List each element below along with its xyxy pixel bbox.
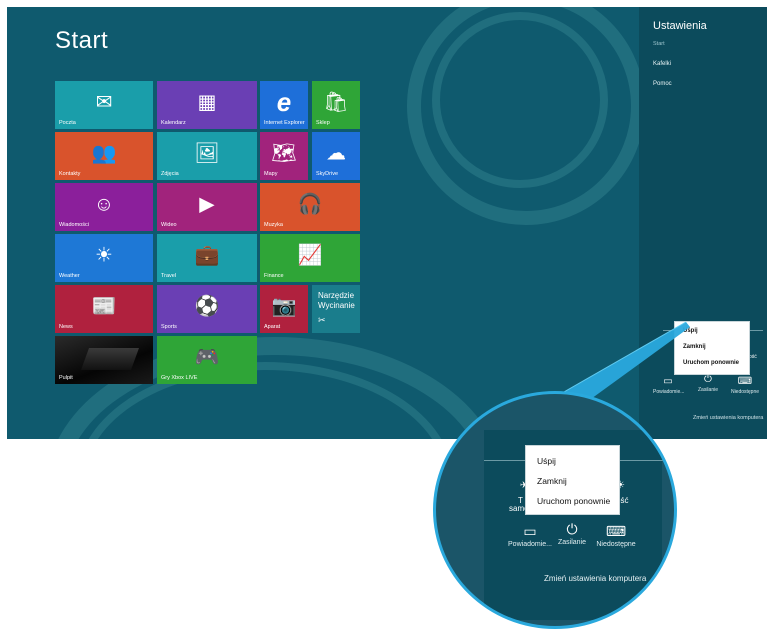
tile-weather[interactable]: ☀ Weather: [55, 234, 153, 282]
tile-icon: ☁: [326, 142, 346, 165]
tile-icon: ▶: [199, 193, 215, 216]
tile-label: Kontakty: [59, 171, 81, 177]
tile-icon: 📷: [271, 295, 297, 318]
tile-icon: 🎮: [194, 346, 220, 369]
power-option-restart[interactable]: Uruchom ponownie: [683, 360, 739, 366]
tile-internet-explorer[interactable]: e Internet Explorer: [260, 81, 308, 129]
zoom-keyboard-icon: ⌨: [605, 523, 627, 539]
tile-gry-xbox-live[interactable]: 🎮 Gry Xbox LIVE: [157, 336, 257, 384]
tile-icon: ⚽: [194, 295, 220, 318]
power-label: Zasilanie: [697, 387, 718, 393]
tile-icon: e: [276, 86, 292, 117]
tile-label: Muzyka: [264, 222, 283, 228]
zoom-keyboard-label: Niedostępne: [596, 541, 636, 548]
tile-muzyka[interactable]: 🎧 Muzyka: [260, 183, 360, 231]
charm-subtitle: Start: [653, 41, 665, 47]
tile-finance[interactable]: 📈 Finance: [260, 234, 360, 282]
tile-label: Mapy: [264, 171, 278, 177]
tile-icon: 📈: [297, 244, 323, 267]
zoom-power-option-shutdown[interactable]: Zamknij: [537, 476, 567, 486]
tile-label: Kalendarz: [161, 120, 186, 126]
start-screen: Start ✉ Poczta ▦ Kalendarz e Internet Explore…: [7, 7, 767, 439]
tile-sklep[interactable]: 🛍 Sklep: [312, 81, 360, 129]
zoom-power-option-sleep[interactable]: Uśpij: [537, 456, 556, 466]
tile-icon: 📰: [91, 295, 117, 318]
keyboard-icon: ⌨: [737, 376, 753, 387]
start-title: Start: [55, 27, 109, 54]
tile-kalendarz[interactable]: ▦ Kalendarz: [157, 81, 257, 129]
tile-icon: 💼: [194, 244, 220, 267]
tile-wideo[interactable]: ▶ Wideo: [157, 183, 257, 231]
desktop-thumbnail-icon: [80, 348, 140, 370]
charm-link-tiles[interactable]: Kafelki: [653, 61, 671, 67]
tile-zdjęcia[interactable]: 🖼 Zdjęcia: [157, 132, 257, 180]
tile-icon: 🖼: [194, 142, 220, 165]
tile-icon: 🎧: [297, 193, 323, 216]
zoom-power-menu: Uśpij Zamknij Uruchom ponownie: [526, 446, 619, 514]
power-option-sleep[interactable]: Uśpij: [683, 328, 698, 334]
change-pc-settings-link[interactable]: Zmień ustawienia komputera: [693, 415, 763, 421]
charm-title: Ustawienia: [653, 20, 707, 32]
tile-label: Weather: [59, 273, 80, 279]
tile-kontakty[interactable]: 👥 Kontakty: [55, 132, 153, 180]
notifications-label: Powiadomie...: [653, 389, 685, 395]
tile-wiadomości[interactable]: ☺ Wiadomości: [55, 183, 153, 231]
notifications-icon: ▭: [663, 376, 673, 387]
tile-label: Finance: [264, 273, 284, 279]
brightness-label-fragment: ość: [749, 354, 757, 360]
zoom-change-pc-settings-link[interactable]: Zmień ustawienia komputera: [544, 574, 646, 583]
tile-icon: ▦: [197, 91, 217, 114]
power-option-shutdown[interactable]: Zamknij: [683, 344, 706, 350]
tile-label: Sklep: [316, 120, 330, 126]
tile-label: Gry Xbox LIVE: [161, 375, 198, 381]
tile-travel[interactable]: 💼 Travel: [157, 234, 257, 282]
tile-icon: 👥: [91, 142, 117, 165]
tile-icon: ☺: [93, 193, 115, 216]
zoom-power-option-restart[interactable]: Uruchom ponownie: [537, 496, 610, 506]
tile-label: SkyDrive: [316, 171, 339, 177]
tile-icon: 🗺: [271, 142, 297, 165]
keyboard-button[interactable]: ⌨ Niedostępne: [727, 376, 763, 396]
tile-sports[interactable]: ⚽ Sports: [157, 285, 257, 333]
tile-label: Pulpit: [59, 375, 73, 381]
tile-icon: ✉: [95, 91, 113, 114]
tile-icon: 🛍: [323, 91, 349, 114]
tile-narzędzie-wycinanie[interactable]: ✂ Narzędzie Wycinanie: [312, 285, 360, 333]
tile-label: Aparat: [264, 324, 281, 330]
tile-news[interactable]: 📰 News: [55, 285, 153, 333]
tile-label: Travel: [161, 273, 177, 279]
tile-label: Narzędzie Wycinanie: [318, 291, 355, 310]
tile-skydrive[interactable]: ☁ SkyDrive: [312, 132, 360, 180]
zoom-callout: ✈ T samo ☀ ość Uśpij Zamknij Uruchom pon…: [433, 391, 677, 629]
tile-aparat[interactable]: 📷 Aparat: [260, 285, 308, 333]
power-menu: Uśpij Zamknij Uruchom ponownie: [675, 322, 749, 374]
tile-poczta[interactable]: ✉ Poczta: [55, 81, 153, 129]
power-icon: ⏻: [704, 374, 712, 385]
tile-label: News: [59, 324, 73, 330]
tile-label: Wiadomości: [59, 222, 89, 228]
tile-label: Poczta: [59, 120, 76, 126]
charm-link-help[interactable]: Pomoc: [653, 81, 672, 87]
power-button[interactable]: ⏻ Zasilanie: [693, 374, 723, 394]
notifications-button[interactable]: ▭ Powiadomie...: [653, 376, 685, 396]
tile-mapy[interactable]: 🗺 Mapy: [260, 132, 308, 180]
tile-label: Internet Explorer: [264, 120, 305, 126]
tile-icon: ☀: [95, 244, 113, 267]
tile-icon: ✂: [318, 315, 326, 325]
tile-label: Wideo: [161, 222, 177, 228]
tile-pulpit[interactable]: Pulpit: [55, 336, 153, 384]
tile-label: Sports: [161, 324, 177, 330]
keyboard-label: Niedostępne: [730, 389, 760, 395]
zoom-keyboard-button[interactable]: ⌨ Niedostępne: [586, 524, 646, 548]
background-swirl: [432, 12, 608, 188]
tile-label: Zdjęcia: [161, 171, 179, 177]
